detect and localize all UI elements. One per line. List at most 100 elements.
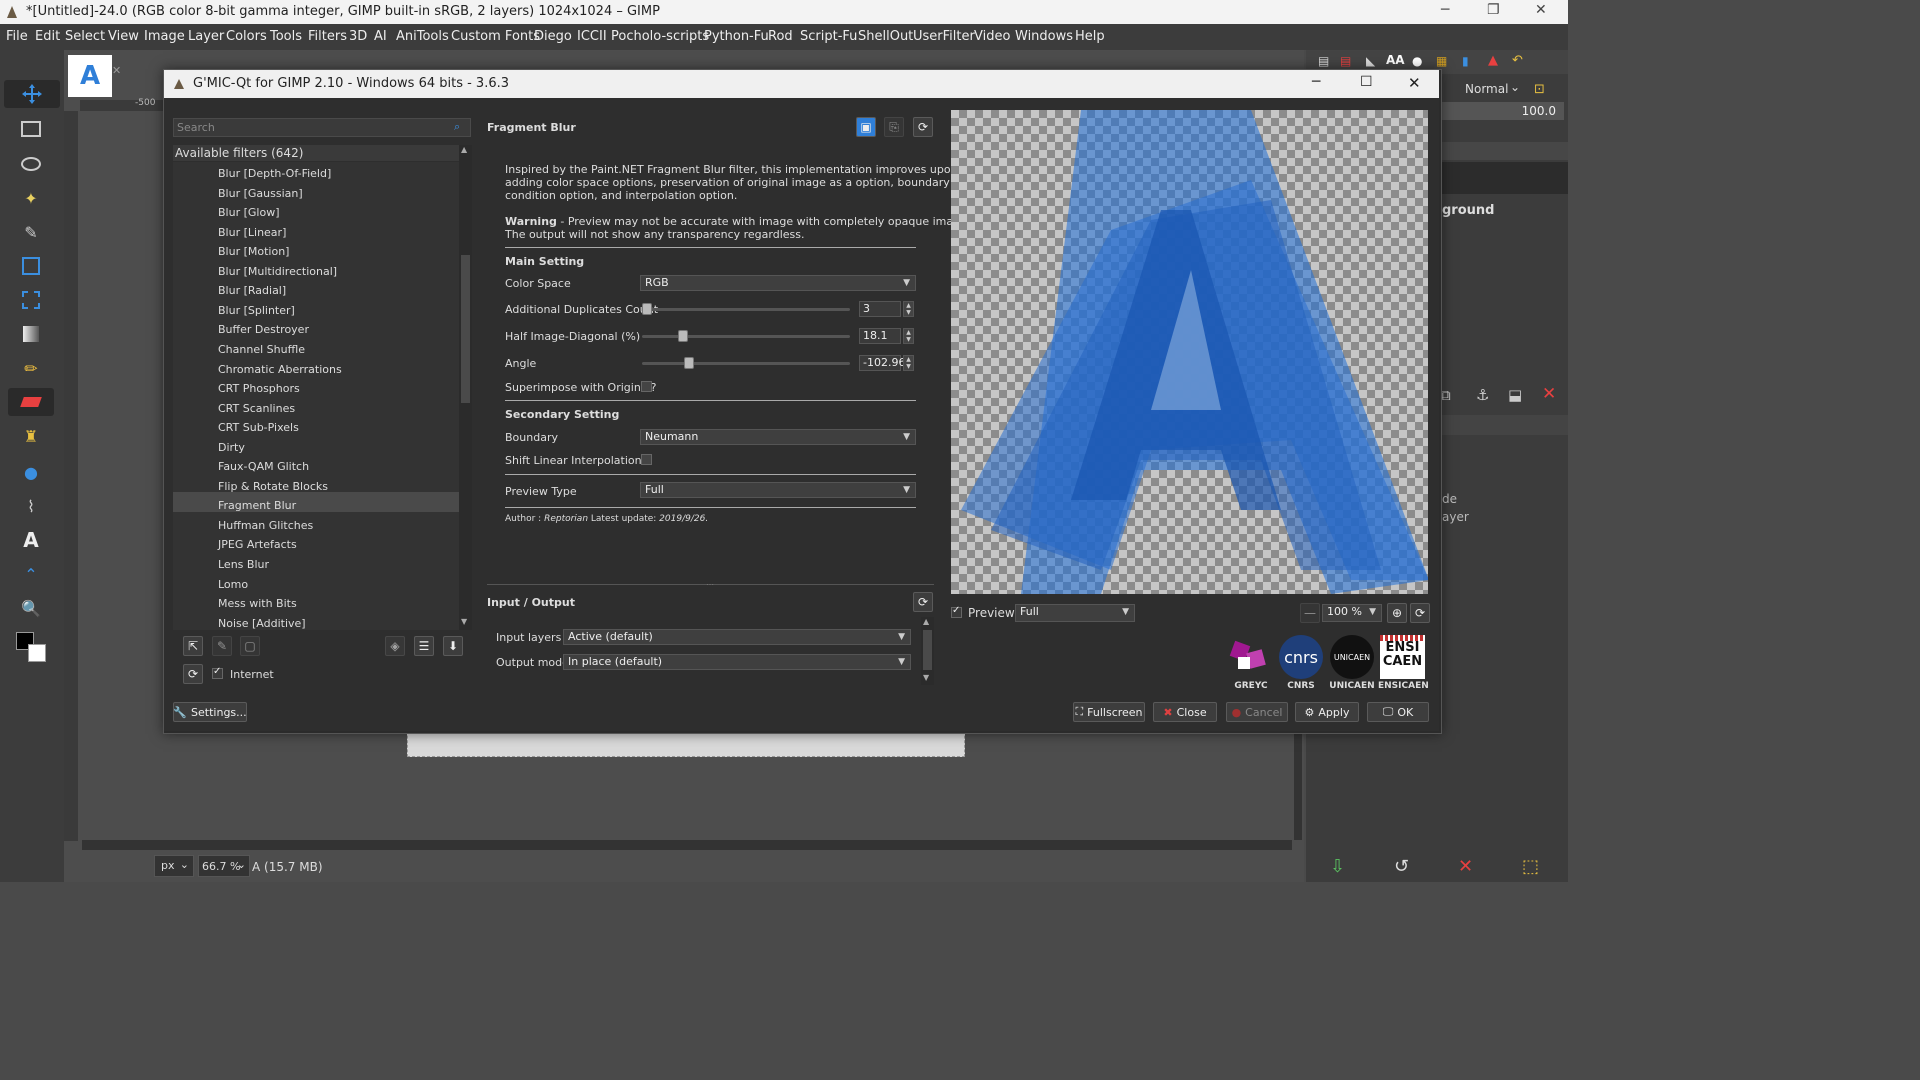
menu-pocholo-scripts[interactable]: Pocholo-scripts: [611, 29, 709, 44]
color-space-select[interactable]: RGB ▼: [640, 275, 916, 291]
filter-item[interactable]: Mess with Bits: [218, 597, 297, 610]
filter-item[interactable]: Noise [Additive]: [218, 617, 306, 630]
preview-split-icon[interactable]: ▣: [856, 117, 876, 137]
unit-select[interactable]: px ⌄: [154, 855, 194, 877]
layer-mode-select[interactable]: Normal ⌄: [1440, 80, 1520, 100]
close-tab-icon[interactable]: ✕: [112, 64, 121, 77]
transform-icon[interactable]: [16, 286, 46, 314]
menu-file[interactable]: File: [6, 29, 28, 44]
path-icon[interactable]: ⌇: [16, 492, 46, 520]
lasso-icon[interactable]: [16, 150, 46, 178]
shift-interp-checkbox[interactable]: [641, 454, 652, 465]
boundary-select[interactable]: Neumann ▼: [640, 429, 916, 445]
filter-item[interactable]: Blur [Splinter]: [218, 304, 295, 317]
add-fave-icon[interactable]: ⇱: [183, 636, 203, 656]
half-diag-stepper[interactable]: ▲ ▼: [903, 328, 914, 344]
filter-item[interactable]: Chromatic Aberrations: [218, 363, 342, 376]
move-tool-icon[interactable]: [4, 80, 60, 108]
menu-custom-fonts[interactable]: Custom Fonts: [451, 29, 540, 44]
clone-icon[interactable]: ♜: [16, 422, 46, 450]
layer-row-2[interactable]: [1440, 162, 1568, 194]
filter-item[interactable]: Lomo: [218, 578, 248, 591]
angle-track[interactable]: [642, 362, 850, 365]
io-refresh-icon[interactable]: ⟳: [913, 592, 933, 612]
menu-help[interactable]: Help: [1075, 29, 1105, 44]
filters-scrollbar[interactable]: ▲ ▼: [459, 145, 472, 630]
gmic-close-icon[interactable]: ✕: [1408, 74, 1421, 92]
filter-item[interactable]: Blur [Depth-Of-Field]: [218, 167, 331, 180]
menu-3d[interactable]: 3D: [349, 29, 367, 44]
filter-item[interactable]: Blur [Motion]: [218, 245, 289, 258]
close-button[interactable]: ✖ Close: [1153, 702, 1217, 722]
delete-icon[interactable]: ✕: [1458, 856, 1473, 877]
filter-item[interactable]: CRT Scanlines: [218, 402, 295, 415]
zoom-reset-icon[interactable]: ⟳: [1410, 603, 1430, 623]
palette-tab-icon[interactable]: ▦: [1436, 54, 1447, 68]
menu-userfilter[interactable]: UserFilter: [913, 29, 975, 44]
export-icon[interactable]: ⇩: [1330, 856, 1345, 877]
list-toggle-icon[interactable]: ☰: [414, 636, 434, 656]
menu-iccii[interactable]: ICCII: [577, 29, 607, 44]
filter-item[interactable]: Blur [Linear]: [218, 226, 286, 239]
merge-layer-icon[interactable]: ⬓: [1508, 386, 1522, 404]
restore-defaults-icon[interactable]: ⬚: [1522, 856, 1539, 877]
smudge-icon[interactable]: ●: [16, 458, 46, 486]
filters-header[interactable]: Available filters (642): [173, 145, 459, 161]
filter-item[interactable]: Flip & Rotate Blocks: [218, 480, 328, 493]
search-input[interactable]: Search ⌕: [173, 118, 471, 137]
filter-item[interactable]: Blur [Glow]: [218, 206, 279, 219]
gradient-tab-icon[interactable]: ▮: [1462, 54, 1469, 68]
delete-layer-icon[interactable]: ✕: [1542, 384, 1556, 404]
zoom-select[interactable]: 66.7 % ⌄: [198, 855, 250, 877]
menu-script-fu[interactable]: Script-Fu: [800, 29, 857, 44]
half-diag-spin[interactable]: 18.1: [859, 328, 901, 344]
filter-item[interactable]: Huffman Glitches: [218, 519, 313, 532]
fuzzy-select-icon[interactable]: ✦: [16, 184, 46, 212]
menu-layer[interactable]: Layer: [188, 29, 224, 44]
splitter-handle[interactable]: ⋯: [706, 580, 714, 589]
anchor-layer-icon[interactable]: ⚓: [1476, 386, 1489, 404]
opacity-field[interactable]: 100.0: [1440, 102, 1564, 120]
filter-item[interactable]: CRT Phosphors: [218, 382, 300, 395]
undo-tab-icon[interactable]: ↶: [1512, 53, 1523, 68]
minimize-icon[interactable]: ─: [1441, 2, 1449, 18]
preview-canvas[interactable]: [951, 110, 1428, 594]
brush-dot-tab-icon[interactable]: ●: [1412, 54, 1422, 68]
filter-item[interactable]: Fragment Blur: [218, 499, 296, 512]
filter-item[interactable]: Blur [Gaussian]: [218, 187, 303, 200]
settings-button[interactable]: 🔧 Settings...: [173, 702, 247, 722]
menu-python-fu[interactable]: Python-Fu: [704, 29, 769, 44]
aa-tab-icon[interactable]: AA: [1386, 53, 1405, 67]
preview-checkbox[interactable]: ✓: [951, 605, 962, 618]
layer-row-1[interactable]: [1440, 142, 1568, 160]
menu-tools[interactable]: Tools: [270, 29, 302, 44]
restore-icon[interactable]: ❐: [1487, 2, 1500, 18]
reset-icon[interactable]: ↺: [1394, 856, 1409, 877]
paintbrush-icon[interactable]: ✎: [16, 218, 46, 246]
image-tab-thumbnail[interactable]: A: [68, 55, 112, 97]
gmic-minimize-icon[interactable]: ─: [1312, 74, 1320, 90]
gradient-icon[interactable]: [16, 320, 46, 348]
filter-item[interactable]: Channel Shuffle: [218, 343, 305, 356]
angle-spin[interactable]: -102.96: [859, 355, 905, 371]
expand-icon[interactable]: ⬇: [443, 636, 463, 656]
crop-icon[interactable]: [16, 252, 46, 280]
rename-fave-icon[interactable]: ✎: [212, 636, 232, 656]
ok-button[interactable]: 🖵 OK: [1367, 702, 1429, 722]
menu-rod[interactable]: Rod: [768, 29, 793, 44]
superimpose-checkbox[interactable]: [641, 381, 652, 392]
dup-count-stepper[interactable]: ▲ ▼: [903, 301, 914, 317]
measure-icon[interactable]: ⌃: [16, 560, 46, 588]
preview-zoom-select[interactable]: 100 % ▼: [1322, 604, 1382, 622]
patterns-tab-icon[interactable]: ▤: [1340, 54, 1351, 68]
menu-ai[interactable]: AI: [374, 29, 387, 44]
filter-item[interactable]: Blur [Radial]: [218, 284, 286, 297]
warning-tab-icon[interactable]: ▲: [1488, 53, 1498, 68]
output-mode-select[interactable]: In place (default) ▼: [563, 654, 911, 670]
lock-icon[interactable]: ⊡: [1534, 82, 1545, 97]
angle-slider-thumb[interactable]: [683, 357, 694, 369]
background-color[interactable]: [28, 644, 46, 662]
apply-button[interactable]: ⚙ Apply: [1295, 702, 1359, 722]
copy-command-icon[interactable]: ⎘: [884, 117, 904, 137]
fonts-tab-icon[interactable]: ◣: [1366, 54, 1375, 68]
